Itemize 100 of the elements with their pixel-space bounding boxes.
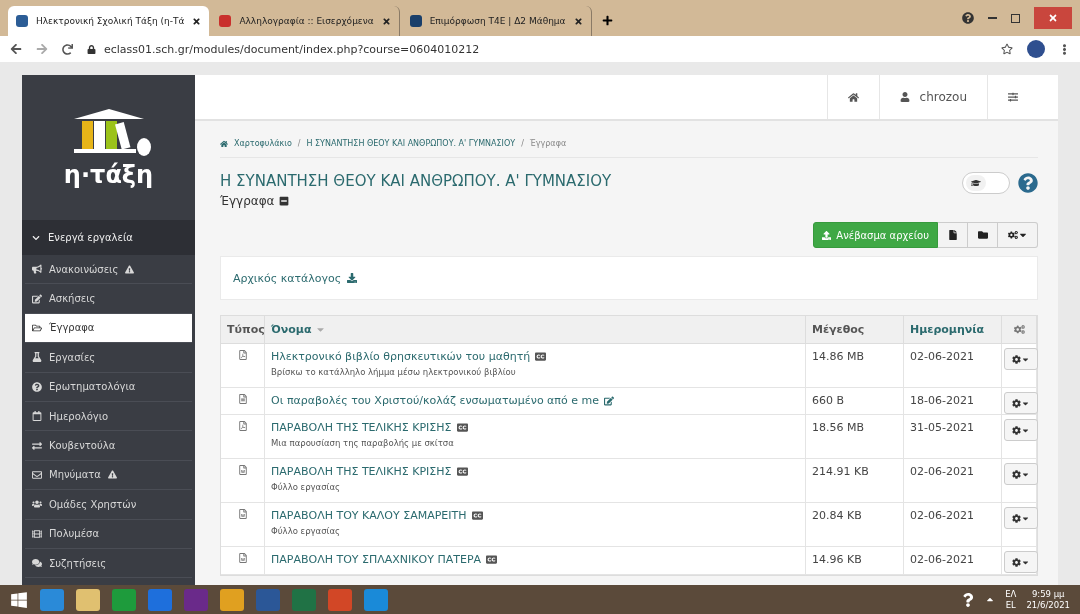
breadcrumb-link[interactable]: Η ΣΥΝΑΝΤΗΣΗ ΘΕΟΥ ΚΑΙ ΑΝΘΡΩΠΟΥ. Α' ΓΥΜΝΑΣΙΟΥ [306,139,516,148]
arrows-icon [32,440,42,451]
chrome-taskbar-icon[interactable] [220,588,244,611]
sidebar-item-label: Πολυμέσα [49,528,100,540]
column-header-label: Τύπος [227,323,265,336]
profile-avatar[interactable] [1027,40,1045,58]
settings-icon [1013,324,1025,335]
user-menu-button[interactable]: chrozou [878,75,987,119]
actions-dropdown-button[interactable] [1004,507,1038,529]
actions-dropdown-button[interactable] [1004,392,1038,414]
sidebar-item-label: Κουβεντούλα [49,440,116,452]
site-favicon-icon [16,15,28,27]
chevron-down-icon [32,233,40,242]
sidebar-item[interactable]: Ασκήσεις [25,284,192,314]
gear-icon [1012,513,1021,523]
file-link[interactable]: ΠΑΡΑΒΟΛΗ ΤΟΥ ΣΠΛΑΧΝΙΚΟΥ ΠΑΤΕΡΑ [271,553,482,566]
sidebar-section-header[interactable]: Ενεργά εργαλεία [22,220,195,255]
collapse-icon[interactable] [278,196,289,206]
sidebar-item[interactable]: Κουβεντούλα [25,431,192,461]
help-tray-icon[interactable] [961,592,976,607]
document-icon [237,394,248,404]
sidebar-item-label: Ανακοινώσεις [49,263,119,275]
column-header[interactable]: Ημερομηνία [904,316,1002,344]
new-tab-icon[interactable] [601,15,613,26]
envelope-icon [32,469,42,480]
film-icon [32,528,42,539]
file-link[interactable]: Οι παραβολές του Χριστού/κολάζ ενσωματωμένο από e me [271,394,599,407]
browser-tab[interactable]: Ηλεκτρονική Σχολική Τάξη (η-Τά [8,6,210,36]
edit-icon [32,293,42,304]
file-link[interactable]: ΠΑΡΑΒΟΛΗ ΤΗΣ ΤΕΛΙΚΗΣ ΚΡΙΣΗΣ [271,421,452,434]
upload-icon [822,230,832,240]
file-size: 214.91 KB [812,465,869,478]
megaphone-icon [32,264,42,275]
clock[interactable]: 9:59 μμ 21/6/2021 [1026,589,1070,610]
file-link[interactable]: ΠΑΡΑΒΟΛΗ ΤΟΥ ΚΑΛΟΥ ΣΑΜΑΡΕΙΤΗ [271,509,467,522]
back-icon[interactable] [10,43,22,55]
close-tab-icon[interactable] [381,16,391,26]
sidebar-item-label: Ερωτηματολόγια [49,381,136,393]
column-header[interactable]: Όνομα [265,316,806,344]
file-link[interactable]: Ηλεκτρονικό βιβλίο θρησκευτικών του μαθητή [271,350,531,363]
sidebar-item[interactable]: Εργασίες [25,343,192,373]
actions-dropdown-button[interactable] [1004,551,1038,573]
calendar-icon [32,411,42,422]
file-date: 02-06-2021 [910,350,974,363]
new-document-button[interactable] [938,222,968,248]
start-icon[interactable] [10,590,28,609]
download-icon[interactable] [347,273,358,283]
logo[interactable]: η·τάξη [22,75,195,220]
breadcrumb-separator: / [521,139,524,148]
edit-icon[interactable] [603,395,614,406]
file-explorer-taskbar-icon[interactable] [76,588,100,611]
close-tab-icon[interactable] [573,16,583,26]
maximize-icon[interactable] [1011,13,1020,23]
file-link[interactable]: ΠΑΡΑΒΟΛΗ ΤΗΣ ΤΕΛΙΚΗΣ ΚΡΙΣΗΣ [271,465,452,478]
file-size: 14.96 KB [812,553,862,566]
file-size: 18.56 MB [812,421,865,434]
chat-icon [32,558,42,569]
folder-title: Αρχικός κατάλογος [233,271,342,285]
language-indicator[interactable]: ΕΛ EL [1005,589,1017,610]
site-favicon-icon [219,15,232,27]
file-description: Βρίσκω το κατάλληλο λήμμα μέσω ηλεκτρονικού βιβλίου [271,367,517,377]
sidebar-item[interactable]: Ανακοινώσεις [25,255,192,285]
file-icon [947,230,958,240]
breadcrumb-separator: / [297,139,301,148]
breadcrumb-link[interactable]: Χαρτοφυλάκιο [234,139,292,148]
close-icon [1048,13,1058,23]
profile-menu-icon[interactable] [962,12,974,24]
folder-icon [977,230,988,240]
gear-icon [1012,354,1021,364]
sidebar-item[interactable]: Ημερολόγιο [25,401,192,432]
sidebar-item[interactable]: Ομάδες Χρηστών [25,490,192,520]
sidebar-item[interactable]: Μηνύματα [25,460,192,491]
sidebar-item-label: Συζητήσεις [49,557,107,569]
question-icon [32,381,42,392]
actions-dropdown-button[interactable] [1004,348,1038,370]
file-date: 02-06-2021 [910,509,974,522]
word-file-icon [237,465,248,475]
sidebar-item[interactable]: Συζητήσεις [25,548,192,579]
sidebar-item[interactable]: Ερωτηματολόγια [25,372,192,402]
reload-icon[interactable] [62,43,73,55]
sidebar-item[interactable]: Πολυμέσα [25,519,192,549]
actions-dropdown-button[interactable] [1004,463,1038,485]
help-icon[interactable] [1018,173,1038,193]
course-title: Η ΣΥΝΑΝΤΗΣΗ ΘΕΟΥ ΚΑΙ ΑΝΘΡΩΠΟΥ. Α' ΓΥΜΝΑΣΙΟΥ [220,172,612,190]
actions-dropdown-button[interactable] [1004,419,1038,441]
sidebar-item-label: Ομάδες Χρηστών [49,498,137,510]
pdf-file-icon [237,421,248,431]
student-view-toggle[interactable] [962,172,1010,194]
gear-icon [1012,425,1021,435]
logo-text: η·τάξη [63,160,154,189]
close-window-button[interactable] [1034,7,1072,29]
new-folder-button[interactable] [968,222,998,248]
file-description: Μια παρουσίαση της παραβολής με σκίτσα [271,438,455,448]
file-description: Φύλλο εργασίας [271,482,342,492]
bookmark-star-icon[interactable] [1001,43,1013,55]
gear-icon [1012,398,1021,408]
gears-icon [1007,230,1018,240]
settings-dropdown-button[interactable] [998,222,1038,248]
sidebar-item[interactable]: Έγγραφα [25,313,192,344]
close-tab-icon[interactable] [192,16,202,26]
